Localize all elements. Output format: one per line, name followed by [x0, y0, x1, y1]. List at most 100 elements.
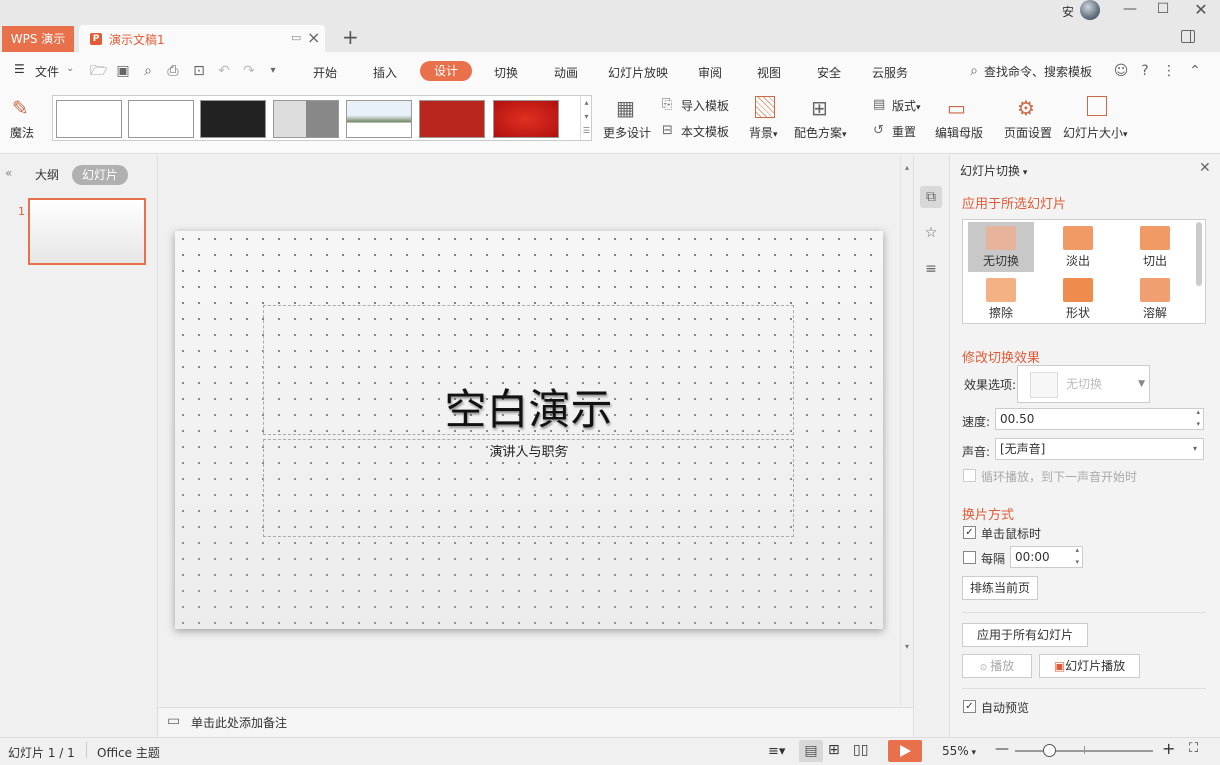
every-checkbox[interactable]	[963, 551, 976, 564]
apply-to-all-button[interactable]: 应用于所有幻灯片	[962, 623, 1088, 647]
tab-outline[interactable]: 大纲	[35, 166, 59, 183]
rehearse-current-button[interactable]: 排练当前页	[962, 576, 1038, 600]
page-setup-button[interactable]: 页面设置	[1004, 124, 1052, 141]
play-button[interactable]: ⊙ 播放	[962, 654, 1032, 678]
reading-view-icon[interactable]: ▯▯	[853, 742, 868, 758]
close-pane-icon[interactable]: ✕	[1199, 160, 1211, 176]
animation-pane-icon[interactable]: ☆	[920, 222, 942, 244]
tab-home[interactable]: 开始	[313, 64, 337, 81]
template-thumbnail[interactable]	[493, 100, 559, 138]
close-tab-icon[interactable]: ×	[307, 28, 320, 47]
on-click-checkbox[interactable]: ✓	[963, 526, 976, 539]
effect-options-select[interactable]: 无切换 ▼	[1017, 365, 1150, 403]
tab-slides[interactable]: 幻灯片	[72, 165, 128, 185]
pin-window-icon[interactable]: ▭	[291, 31, 301, 44]
background-icon[interactable]	[755, 96, 775, 118]
edit-master-button[interactable]: 编辑母版	[935, 124, 983, 141]
start-slideshow-button[interactable]	[888, 740, 922, 762]
maximize-icon[interactable]: ☐	[1153, 1, 1173, 17]
help-icon[interactable]: ?	[1137, 63, 1153, 79]
tab-view[interactable]: 视图	[757, 64, 781, 81]
notes-toggle-icon[interactable]: ≡▾	[768, 744, 785, 759]
template-thumbnail[interactable]	[273, 100, 339, 138]
hamburger-menu-icon[interactable]: ☰	[14, 62, 25, 76]
layout-button[interactable]: 版式▾	[892, 97, 921, 114]
tab-security[interactable]: 安全	[817, 64, 841, 81]
zoom-in-icon[interactable]: +	[1162, 739, 1175, 758]
transition-dissolve[interactable]: 溶解	[1122, 274, 1188, 324]
tab-design[interactable]: 设计	[420, 61, 472, 81]
magic-button[interactable]: 魔法	[10, 124, 34, 141]
transition-none[interactable]: 无切换	[968, 222, 1034, 272]
template-thumbnail[interactable]	[346, 100, 412, 138]
collapse-ribbon-icon[interactable]: ⌃	[1187, 63, 1203, 79]
loop-sound-checkbox[interactable]	[963, 469, 976, 482]
more-design-icon[interactable]: ▦	[616, 96, 635, 120]
slide-subtitle[interactable]: 演讲人与职务	[263, 441, 794, 460]
gallery-scrollbar[interactable]	[1196, 222, 1202, 286]
transition-wipe[interactable]: 擦除	[968, 274, 1034, 324]
color-scheme-icon[interactable]: ⊞	[811, 96, 828, 120]
open-folder-icon[interactable]: 🗁	[90, 63, 107, 79]
time-spinner-icon[interactable]: ▴ ▾	[1075, 544, 1079, 568]
tab-slideshow[interactable]: 幻灯片放映	[608, 64, 668, 81]
user-avatar[interactable]	[1080, 0, 1100, 20]
zoom-slider-handle[interactable]	[1042, 744, 1056, 757]
slide-thumbnail[interactable]	[28, 198, 146, 265]
more-design-button[interactable]: 更多设计	[603, 124, 651, 141]
template-thumbnail[interactable]	[128, 100, 194, 138]
zoom-out-icon[interactable]: —	[995, 741, 1009, 757]
notes-placeholder[interactable]: 单击此处添加备注	[191, 714, 287, 731]
speed-spinner-icon[interactable]: ▴ ▾	[1196, 406, 1200, 430]
print-icon[interactable]: ⎙	[165, 63, 181, 79]
slide-sorter-icon[interactable]: ⊞	[828, 742, 840, 758]
zoom-level[interactable]: 55% ▾	[942, 744, 976, 758]
print-preview-icon[interactable]: ⊡	[191, 63, 207, 79]
properties-pane-icon[interactable]: ≡	[920, 258, 942, 280]
document-tab[interactable]: P 演示文稿1 ▭ ×	[79, 25, 325, 52]
more-options-icon[interactable]: ⋮	[1161, 63, 1177, 79]
slide-size-icon[interactable]	[1087, 96, 1107, 116]
edit-master-icon[interactable]: ▭	[947, 96, 966, 120]
canvas-scrollbar[interactable]: ▴ ▾	[900, 155, 913, 706]
magic-wand-icon[interactable]: ✎	[12, 96, 29, 120]
search-icon[interactable]: ⌕	[966, 63, 982, 79]
file-menu-chevron-down-icon[interactable]: ⌄	[66, 63, 74, 74]
fit-to-window-icon[interactable]: ⛶	[1189, 741, 1198, 756]
tab-review[interactable]: 审阅	[698, 64, 722, 81]
transition-cut[interactable]: 切出	[1122, 222, 1188, 272]
background-button[interactable]: 背景▾	[749, 124, 778, 141]
sidebar-toggle-icon[interactable]	[1181, 30, 1195, 43]
command-search[interactable]: 查找命令、搜索模板	[984, 63, 1092, 80]
user-name[interactable]: 安	[1062, 3, 1074, 20]
quick-access-chevron-down-icon[interactable]: ▾	[265, 63, 281, 79]
normal-view-icon[interactable]: ▤	[799, 740, 823, 762]
slide-title[interactable]: 空白演示	[263, 376, 794, 437]
transition-fade[interactable]: 淡出	[1045, 222, 1111, 272]
file-menu[interactable]: 文件	[35, 63, 59, 80]
feedback-icon[interactable]: ☺	[1113, 63, 1129, 79]
tab-cloud[interactable]: 云服务	[872, 64, 908, 81]
close-window-icon[interactable]: ✕	[1191, 0, 1211, 19]
undo-icon[interactable]: ↶	[216, 63, 232, 79]
collapse-panel-icon[interactable]: «	[5, 166, 12, 180]
slideshow-button[interactable]: ▣幻灯片播放	[1039, 654, 1140, 678]
minimize-icon[interactable]: —	[1120, 1, 1140, 17]
import-template-button[interactable]: 导入模板	[681, 97, 729, 114]
transition-shape[interactable]: 形状	[1045, 274, 1111, 324]
speed-input[interactable]: 00.50 ▴ ▾	[995, 408, 1204, 430]
tab-animation[interactable]: 动画	[554, 64, 578, 81]
new-tab-button[interactable]: +	[342, 25, 359, 49]
gallery-scroll[interactable]: ▴ ▾ ☰	[580, 96, 592, 140]
reset-button[interactable]: 重置	[892, 123, 916, 140]
page-setup-icon[interactable]: ⚙	[1017, 96, 1035, 120]
every-time-input[interactable]: 00:00 ▴ ▾	[1010, 546, 1083, 568]
template-thumbnail[interactable]	[200, 100, 266, 138]
template-thumbnail[interactable]	[419, 100, 485, 138]
wps-home-tab[interactable]: WPS 演示	[2, 26, 74, 52]
auto-preview-checkbox[interactable]: ✓	[963, 700, 976, 713]
pane-header[interactable]: 幻灯片切换 ▾	[960, 162, 1027, 179]
this-template-button[interactable]: 本文模板	[681, 123, 729, 140]
format-painter-icon[interactable]: ⌕	[140, 63, 156, 79]
save-icon[interactable]: ▣	[115, 63, 131, 79]
